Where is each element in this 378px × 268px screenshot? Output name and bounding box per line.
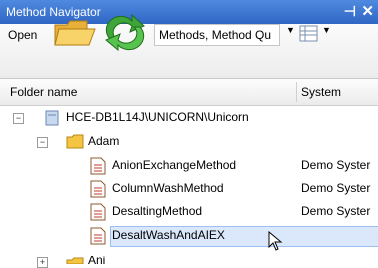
- folder-icon: [66, 134, 84, 149]
- tree-row-folder-partial[interactable]: + Ani: [0, 253, 378, 268]
- chevron-down-icon[interactable]: ▼: [286, 25, 295, 35]
- method-label: ColumnWashMethod: [112, 181, 224, 195]
- column-separator[interactable]: [296, 82, 297, 102]
- open-button[interactable]: Open: [8, 28, 37, 42]
- open-folder-icon[interactable]: [53, 15, 97, 49]
- tree-row-server[interactable]: − HCE-DB1L14J\UNICORN\Unicorn: [0, 107, 378, 129]
- method-file-icon: [90, 157, 106, 175]
- method-system: Demo Syster: [301, 204, 371, 218]
- method-system: Demo Syster: [301, 181, 371, 195]
- collapse-icon[interactable]: −: [13, 113, 24, 124]
- refresh-icon[interactable]: [102, 13, 148, 51]
- method-file-icon: [90, 227, 106, 245]
- database-icon: [45, 110, 59, 126]
- column-system[interactable]: System: [301, 85, 341, 99]
- folder-label: Adam: [88, 134, 120, 148]
- tree-row-folder[interactable]: − Adam: [0, 131, 378, 153]
- tree-row-method[interactable]: ColumnWashMethod Demo Syster: [0, 178, 378, 200]
- mouse-cursor-icon: [268, 231, 283, 251]
- method-filter-dropdown[interactable]: Methods, Method Qu: [154, 24, 280, 46]
- method-system: Demo Syster: [301, 158, 371, 172]
- server-label: HCE-DB1L14J\UNICORN\Unicorn: [66, 110, 249, 124]
- close-icon[interactable]: ✕: [361, 2, 374, 20]
- expand-icon[interactable]: +: [37, 257, 48, 268]
- tree-row-method[interactable]: AnionExchangeMethod Demo Syster: [0, 155, 378, 177]
- method-file-icon: [90, 180, 106, 198]
- folder-icon: [66, 257, 84, 264]
- column-header: Folder name System: [0, 79, 378, 106]
- method-label: DesaltingMethod: [112, 204, 203, 218]
- method-filter-value: Methods, Method Qu: [159, 28, 272, 42]
- tree-row-method[interactable]: DesaltingMethod Demo Syster: [0, 201, 378, 223]
- method-file-icon: [90, 203, 106, 221]
- collapse-icon[interactable]: −: [37, 137, 48, 148]
- view-options-icon[interactable]: [296, 22, 322, 46]
- pin-icon[interactable]: ⊣: [344, 3, 356, 20]
- view-dropdown-arrow-icon[interactable]: ▼: [322, 25, 331, 35]
- tree-row-method-selected[interactable]: DesaltWashAndAIEX: [0, 225, 378, 251]
- method-label: DesaltWashAndAIEX: [112, 228, 225, 242]
- folder-label: Ani: [88, 256, 106, 264]
- method-label: AnionExchangeMethod: [112, 158, 237, 172]
- column-folder-name[interactable]: Folder name: [10, 85, 77, 99]
